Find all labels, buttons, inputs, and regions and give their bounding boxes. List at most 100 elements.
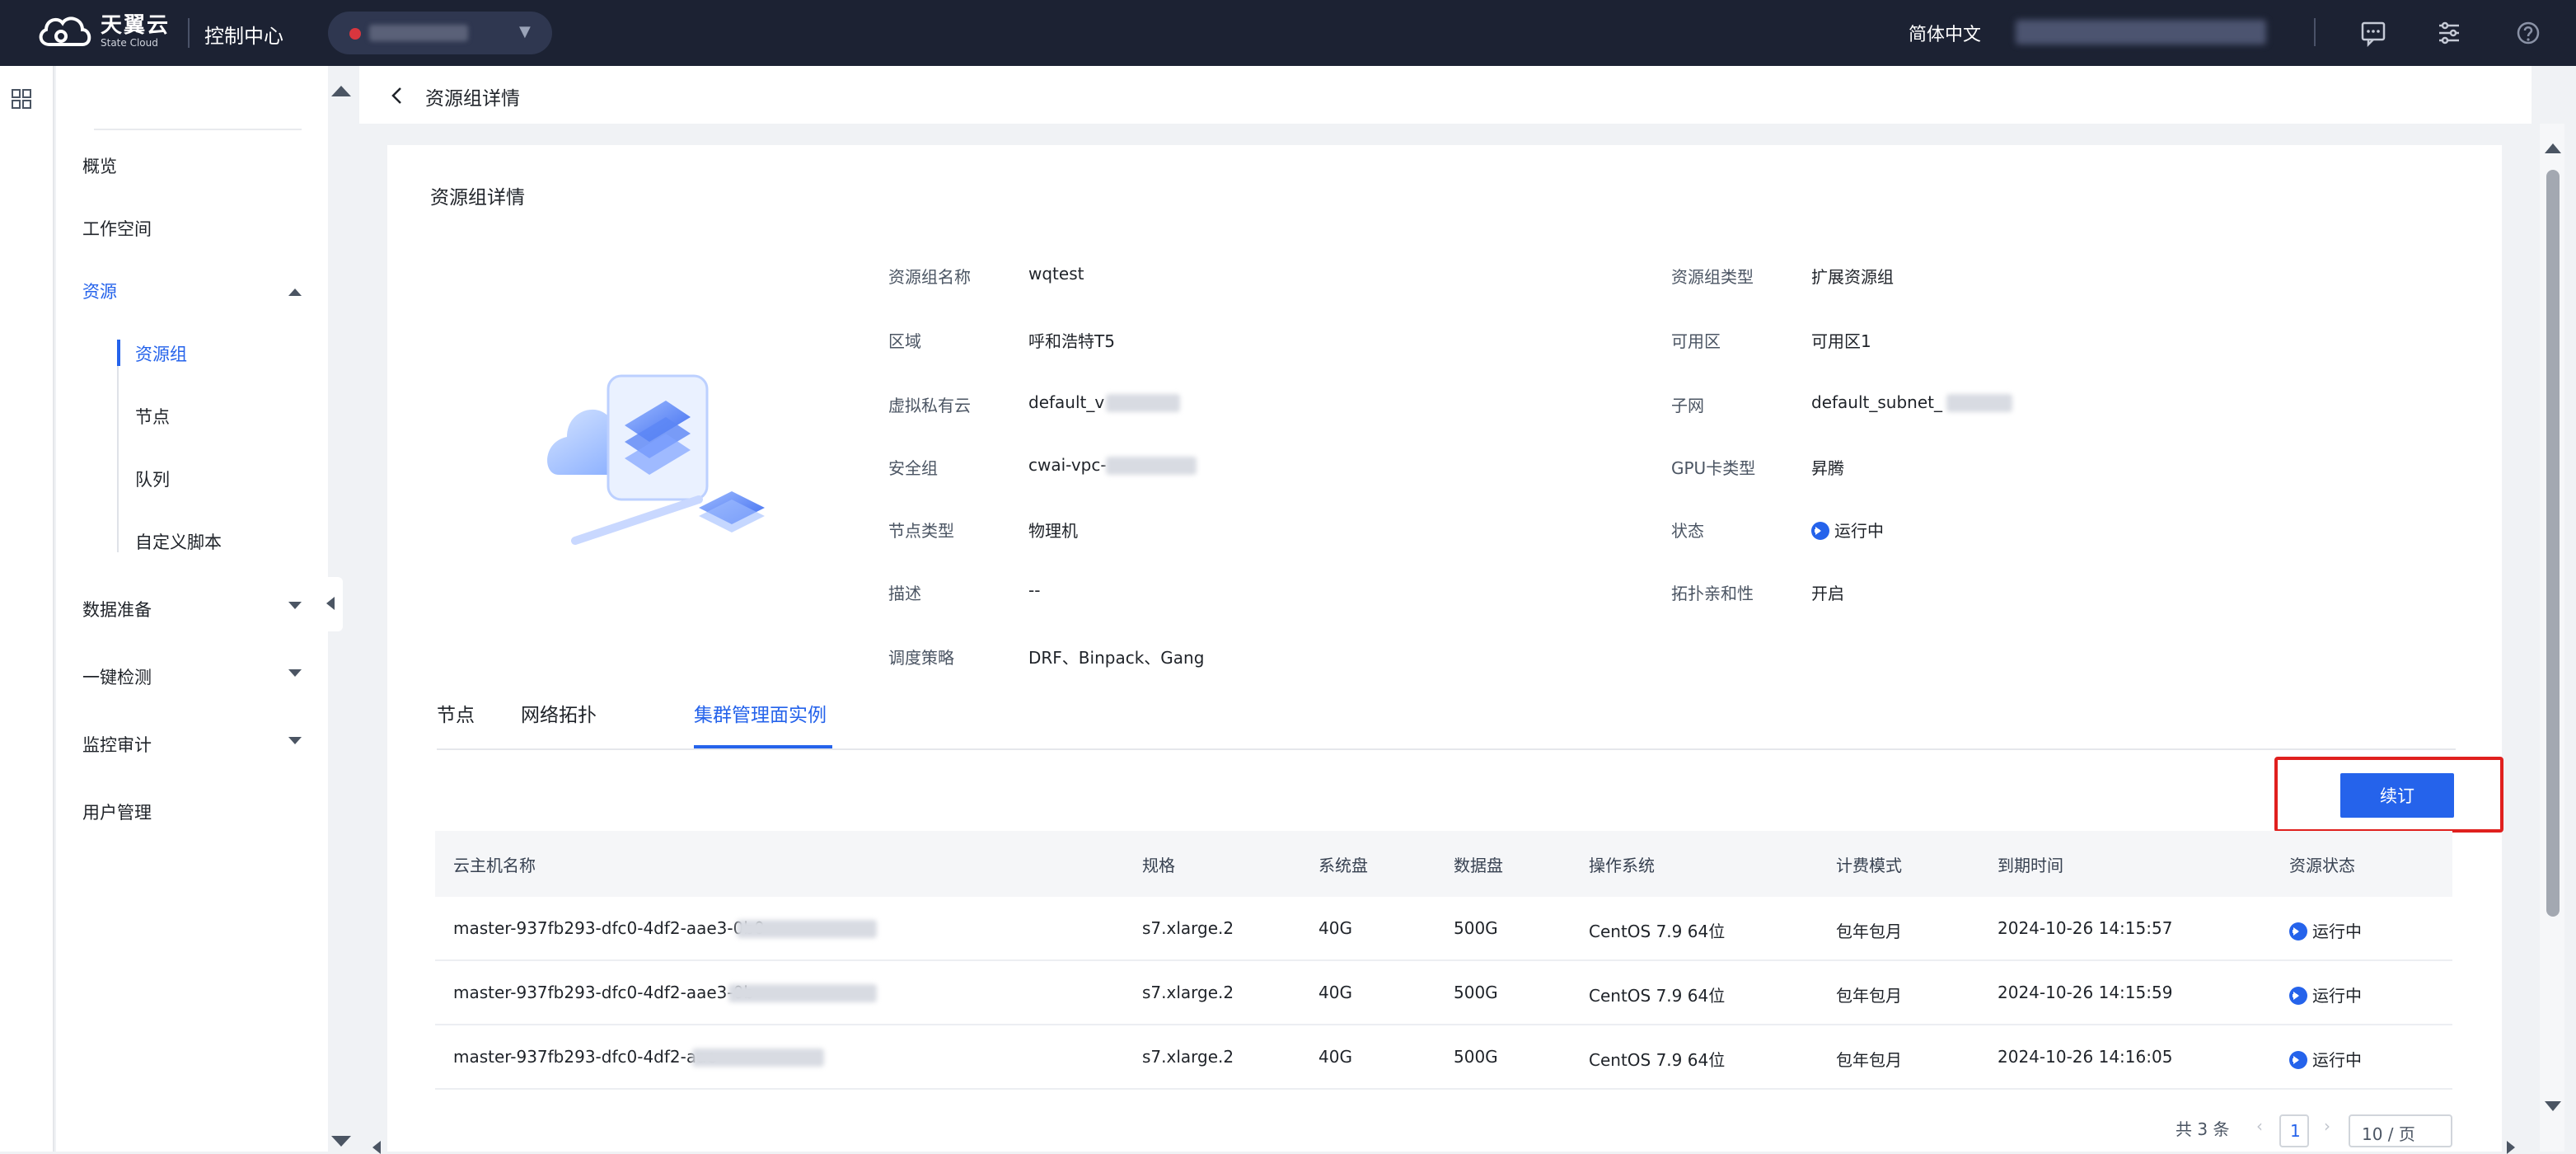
nav-item-workspace[interactable]: 工作空间 xyxy=(82,216,152,241)
resource-group-name: wqtest xyxy=(1028,264,1084,284)
logo-text: 天翼云 xyxy=(101,13,171,38)
nav-item-resources[interactable]: 资源 xyxy=(82,279,117,303)
top-bar: 天翼云 State Cloud 控制中心 ▼ 简体中文 xyxy=(0,0,2576,66)
redacted-text xyxy=(737,920,877,938)
subnav-track xyxy=(117,340,119,552)
sidebar-scroll-down-icon[interactable] xyxy=(331,1136,351,1147)
nav-subitem-queues[interactable]: 队列 xyxy=(135,467,170,491)
subnet-value: default_subnet_ xyxy=(1811,392,1942,412)
resource-group-type-value: 扩展资源组 xyxy=(1811,267,1894,287)
logo-subtext: State Cloud xyxy=(101,37,158,49)
back-arrow-icon[interactable] xyxy=(387,84,407,107)
nav-item-overview[interactable]: 概览 xyxy=(82,153,117,178)
scroll-down-icon[interactable] xyxy=(2545,1101,2561,1111)
chevron-down-icon[interactable] xyxy=(288,669,302,677)
availability-zone-value: 可用区1 xyxy=(1811,331,1871,351)
grid-menu-icon[interactable] xyxy=(10,87,33,110)
tab-nodes[interactable]: 节点 xyxy=(437,699,475,727)
nav-subitem-nodes[interactable]: 节点 xyxy=(135,404,170,429)
user-account-redacted[interactable] xyxy=(2016,20,2266,45)
data-disk-cell: 500G xyxy=(1454,983,1498,1002)
page-title: 资源组详情 xyxy=(425,88,520,110)
nav-item-one-click-check[interactable]: 一键检测 xyxy=(82,664,152,689)
instance-name[interactable]: master-937fb293-dfc0-4df2-aae xyxy=(453,1047,717,1067)
sidebar-collapse-toggle[interactable] xyxy=(321,577,343,631)
brand-logo[interactable]: 天翼云 State Cloud xyxy=(36,12,170,51)
region-name-redacted xyxy=(369,25,468,41)
status-badge: 运行中 xyxy=(2289,918,2362,942)
field-label: 描述 xyxy=(888,584,921,603)
cloud-logo-icon xyxy=(39,16,91,46)
tab-cluster-management-instances[interactable]: 集群管理面实例 xyxy=(694,699,827,727)
vertical-scrollbar[interactable] xyxy=(2540,124,2564,1152)
next-page-icon[interactable]: › xyxy=(2324,1116,2330,1136)
system-disk-cell: 40G xyxy=(1318,1047,1352,1067)
region-selector[interactable]: ▼ xyxy=(328,12,552,54)
column-header: 计费模式 xyxy=(1836,856,1902,875)
redacted-text xyxy=(1106,394,1180,412)
column-header: 规格 xyxy=(1142,856,1175,875)
instance-name[interactable]: master-937fb293-dfc0-4df2-aae3-0b0 xyxy=(453,918,765,938)
page-size-select[interactable]: 10 / 页 xyxy=(2349,1114,2452,1147)
field-label: 区域 xyxy=(888,331,921,351)
breadcrumb: 资源组详情 xyxy=(359,66,2532,124)
field-label: 虚拟私有云 xyxy=(888,396,971,415)
expiry-time-cell: 2024-10-26 14:15:57 xyxy=(1998,918,2173,938)
tab-bar: 节点 网络拓扑 集群管理面实例 xyxy=(437,699,2456,750)
sidebar-scroll-up-icon[interactable] xyxy=(331,86,351,96)
settings-sliders-icon[interactable] xyxy=(2434,18,2464,48)
data-disk-cell: 500G xyxy=(1454,918,1498,938)
scroll-up-icon[interactable] xyxy=(2545,143,2561,153)
scroll-left-icon[interactable] xyxy=(372,1141,381,1154)
billing-mode-cell: 包年包月 xyxy=(1836,986,1902,1006)
field-label: 状态 xyxy=(1671,521,1704,541)
scroll-right-icon[interactable] xyxy=(2507,1141,2515,1154)
field-label: 拓扑亲和性 xyxy=(1671,584,1754,603)
column-header: 操作系统 xyxy=(1589,856,1655,875)
table-header: 云主机名称 规格 系统盘 数据盘 操作系统 计费模式 到期时间 资源状态 xyxy=(435,831,2452,897)
status-badge: 运行中 xyxy=(2289,1047,2362,1071)
help-icon[interactable] xyxy=(2513,18,2543,48)
message-icon[interactable] xyxy=(2358,18,2388,48)
field-label: 调度策略 xyxy=(888,648,954,668)
running-status-icon xyxy=(1811,522,1829,540)
resource-group-illustration xyxy=(547,374,765,545)
page-number-current[interactable]: 1 xyxy=(2279,1114,2309,1147)
spec-cell: s7.xlarge.2 xyxy=(1142,983,1234,1002)
language-switch[interactable]: 简体中文 xyxy=(1909,20,1981,46)
data-disk-cell: 500G xyxy=(1454,1047,1498,1067)
billing-mode-cell: 包年包月 xyxy=(1836,1050,1902,1070)
renew-button[interactable]: 续订 xyxy=(2340,773,2454,818)
instance-name[interactable]: master-937fb293-dfc0-4df2-aae3-0b xyxy=(453,983,754,1002)
table-row[interactable]: master-937fb293-dfc0-4df2-aae3-0b0 s7.xl… xyxy=(435,897,2452,961)
nav-item-monitor-audit[interactable]: 监控审计 xyxy=(82,732,152,757)
redacted-text xyxy=(728,984,877,1002)
chevron-down-icon[interactable] xyxy=(288,602,302,609)
chevron-up-icon[interactable] xyxy=(288,288,302,296)
column-header: 数据盘 xyxy=(1454,856,1503,875)
active-tab-indicator xyxy=(694,745,832,748)
scrollbar-thumb[interactable] xyxy=(2546,170,2560,917)
scheduling-policy-value: DRF、Binpack、Gang xyxy=(1028,648,1205,668)
topology-affinity-value: 开启 xyxy=(1811,584,1844,603)
console-title[interactable]: 控制中心 xyxy=(204,20,283,49)
nav-item-user-management[interactable]: 用户管理 xyxy=(82,800,152,824)
tab-network-topology[interactable]: 网络拓扑 xyxy=(521,699,597,727)
billing-mode-cell: 包年包月 xyxy=(1836,922,1902,941)
pagination-total: 共 3 条 xyxy=(2176,1119,2230,1139)
nav-subitem-resource-group[interactable]: 资源组 xyxy=(135,341,187,366)
table-row[interactable]: master-937fb293-dfc0-4df2-aae s7.xlarge.… xyxy=(435,1025,2452,1090)
redacted-text xyxy=(1106,457,1197,475)
table-row[interactable]: master-937fb293-dfc0-4df2-aae3-0b s7.xla… xyxy=(435,961,2452,1025)
nav-subitem-custom-script[interactable]: 自定义脚本 xyxy=(135,529,222,554)
column-header: 系统盘 xyxy=(1318,856,1368,875)
os-cell: CentOS 7.9 64位 xyxy=(1589,922,1726,941)
nav-item-data-prep[interactable]: 数据准备 xyxy=(82,597,152,622)
gpu-type-value: 昇腾 xyxy=(1811,458,1844,478)
prev-page-icon[interactable]: ‹ xyxy=(2256,1116,2263,1136)
chevron-down-icon[interactable] xyxy=(288,737,302,744)
divider xyxy=(94,129,302,130)
column-header: 到期时间 xyxy=(1998,856,2063,875)
column-header: 云主机名称 xyxy=(453,856,536,875)
field-label: GPU卡类型 xyxy=(1671,458,1756,478)
